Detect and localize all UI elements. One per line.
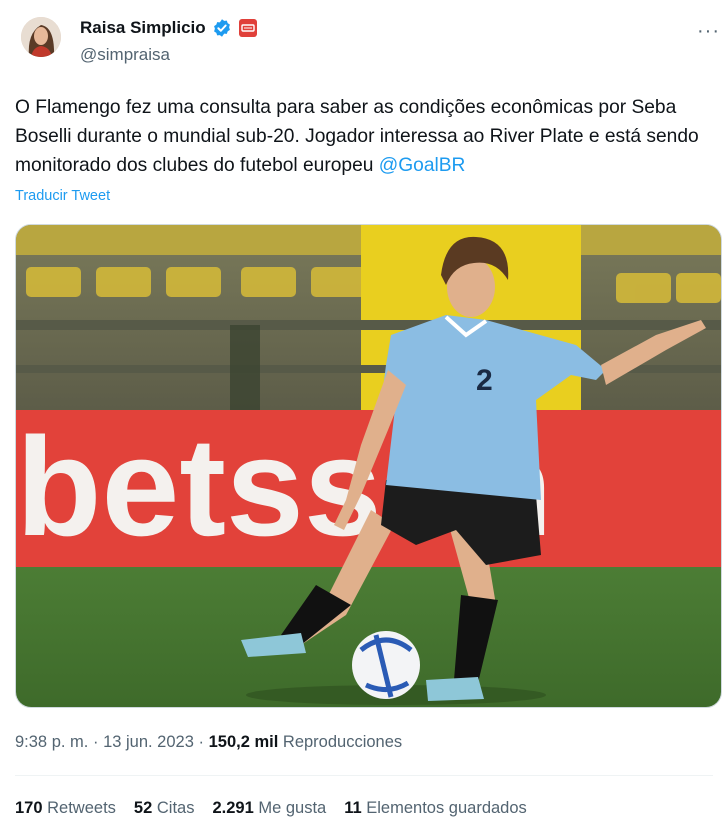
quotes-count: 52 — [133, 799, 153, 817]
author-name-row: Raisa Simplicio — [80, 18, 258, 38]
tweet-date[interactable]: 13 jun. 2023 — [103, 733, 194, 751]
author-name[interactable]: Raisa Simplicio — [80, 18, 206, 38]
verified-badge-icon[interactable] — [212, 18, 232, 38]
views-count: 150,2 mil — [208, 733, 279, 751]
bookmarks-count: 11 — [344, 799, 362, 817]
divider — [15, 775, 713, 776]
translate-tweet-link[interactable]: Traducir Tweet — [15, 188, 110, 204]
separator: · — [198, 733, 205, 751]
tweet-time[interactable]: 9:38 p. m. — [15, 733, 88, 751]
likes-count: 2.291 — [212, 799, 254, 817]
retweets-count: 170 — [15, 799, 43, 817]
separator: · — [92, 733, 99, 751]
quotes-label: Citas — [156, 799, 195, 817]
engagement-stats: 170 Retweets 52 Citas 2.291 Me gusta 11 … — [15, 799, 527, 818]
more-options-icon[interactable]: ··· — [697, 20, 720, 43]
affiliate-badge-icon[interactable] — [238, 18, 258, 38]
likes-label: Me gusta — [258, 799, 327, 817]
avatar-image — [21, 17, 61, 57]
retweets-label: Retweets — [47, 799, 116, 817]
jersey-number: 2 — [476, 364, 493, 397]
quotes-stat[interactable]: 52 Citas — [134, 799, 195, 818]
bookmarks-label: Elementos guardados — [366, 799, 527, 817]
tweet-media-image[interactable]: betsson 2 — [15, 224, 722, 708]
tweet-text: O Flamengo fez uma consulta para saber a… — [15, 93, 715, 180]
likes-stat[interactable]: 2.291 Me gusta — [212, 799, 326, 818]
bookmarks-stat[interactable]: 11 Elementos guardados — [344, 799, 527, 818]
photo-illustration: betsson 2 — [16, 225, 721, 707]
tweet-body: O Flamengo fez uma consulta para saber a… — [15, 97, 699, 176]
avatar[interactable] — [21, 17, 61, 57]
views-label: Reproducciones — [282, 733, 403, 751]
tweet-meta: 9:38 p. m. · 13 jun. 2023 · 150,2 mil Re… — [15, 733, 402, 752]
mention-link[interactable]: @GoalBR — [379, 155, 466, 176]
author-handle[interactable]: @simpraisa — [80, 45, 170, 65]
retweets-stat[interactable]: 170 Retweets — [15, 799, 116, 818]
